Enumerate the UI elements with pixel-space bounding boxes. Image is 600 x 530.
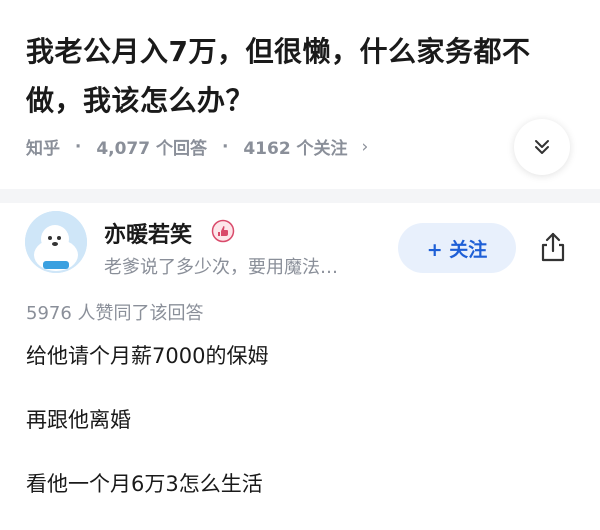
- meta-separator: ·: [74, 136, 82, 157]
- answer-count[interactable]: 4,077 个回答: [96, 134, 207, 159]
- expand-button[interactable]: [514, 119, 570, 175]
- question-title[interactable]: 我老公月入7万，但很懒，什么家务都不做，我该怎么办？: [26, 27, 571, 125]
- avatar-image: [25, 211, 87, 273]
- follow-count[interactable]: 4162 个关注: [243, 134, 347, 159]
- answer-paragraph: 看他一个月6万3怎么生活: [26, 472, 263, 496]
- author-name[interactable]: 亦暖若笑: [104, 217, 192, 249]
- answer-paragraph: 再跟他离婚: [26, 408, 131, 432]
- follow-button[interactable]: + 关注: [398, 223, 516, 273]
- source-label[interactable]: 知乎: [26, 134, 60, 159]
- avatar[interactable]: [25, 211, 87, 273]
- question-meta: 知乎 · 4,077 个回答 · 4162 个关注 ›: [26, 134, 369, 160]
- answer-paragraph: 给他请个月薪7000的保姆: [26, 344, 269, 368]
- meta-separator: ·: [221, 136, 229, 157]
- author-badge-icon: [211, 219, 235, 243]
- upvote-count: 5976 人赞同了该回答: [26, 303, 204, 324]
- share-icon[interactable]: [535, 229, 571, 265]
- author-bio: 老爹说了多少次，要用魔法…: [104, 257, 338, 278]
- zhihu-answer-page: 我老公月入7万，但很懒，什么家务都不做，我该怎么办？ 知乎 · 4,077 个回…: [0, 0, 600, 530]
- double-chevron-down-icon: [535, 140, 549, 154]
- section-divider: [0, 189, 600, 203]
- chevron-right-icon: ›: [361, 136, 369, 157]
